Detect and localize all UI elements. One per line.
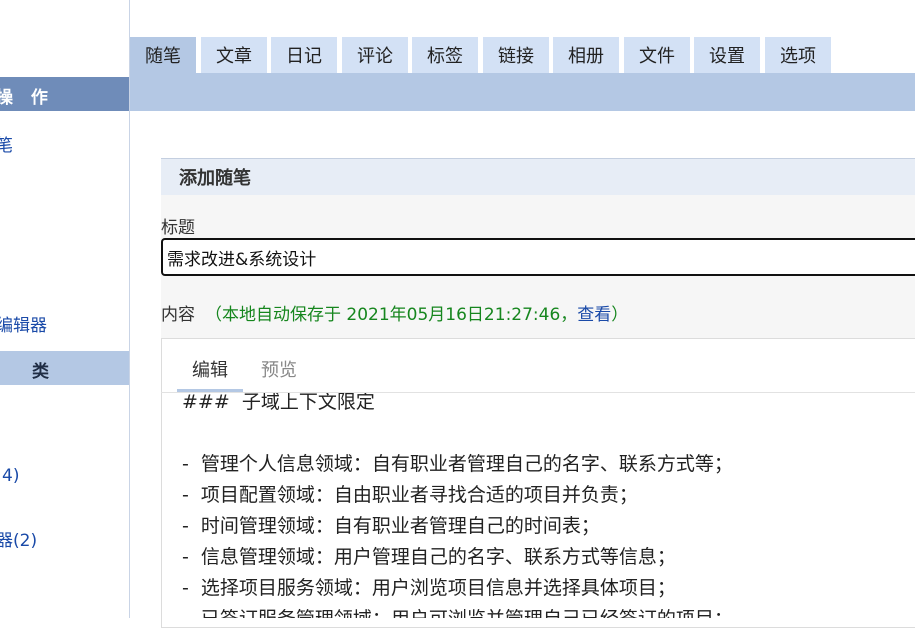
panel-title: 添加随笔	[179, 168, 251, 189]
operations-header: 操 作	[0, 77, 129, 111]
content-label: 内容	[161, 305, 195, 325]
editor-line: - 管理个人信息领域：自有职业者管理自己的名字、联系方式等；	[182, 453, 733, 475]
tab-strip	[130, 73, 915, 111]
operations-header-label: 操 作	[0, 88, 54, 108]
autosave-view-link[interactable]: 查看	[577, 305, 611, 325]
tab-tags[interactable]: 标签	[412, 37, 478, 73]
tab-options[interactable]: 选项	[765, 37, 831, 73]
panel-header: 添加随笔	[161, 158, 915, 196]
editor-line: - 时间管理领域：自有职业者管理自己的时间表；	[182, 515, 600, 537]
editor-line: - 选择项目服务领域：用户浏览项目信息并选择具体项目；	[182, 577, 676, 599]
sidebar-category-2[interactable]: 器(2)	[0, 526, 37, 551]
editor-line: - 信息管理领域：用户管理自己的名字、联系方式等信息；	[182, 546, 676, 568]
tab-albums[interactable]: 相册	[553, 37, 619, 73]
title-label: 标题	[161, 218, 195, 238]
editor-tab-preview[interactable]: 预览	[261, 356, 297, 382]
editor-tab-edit[interactable]: 编辑	[192, 356, 228, 382]
tab-posts[interactable]: 随笔	[130, 37, 196, 73]
editor-line: - 已签订服务管理领域：用户可浏览并管理自己已经签订的项目；	[182, 604, 733, 618]
title-input[interactable]	[161, 238, 915, 276]
autosave-status: （本地自动保存于 2021年05月16日21:27:46，	[205, 305, 578, 325]
tab-diary[interactable]: 日记	[271, 37, 337, 73]
category-header: 类	[0, 351, 129, 385]
category-header-label: 类	[32, 362, 49, 382]
autosave-close-paren: ）	[611, 305, 629, 325]
tab-files[interactable]: 文件	[624, 37, 690, 73]
left-sidebar: 操 作 笔 编辑器 类 4) 器(2)	[0, 0, 130, 618]
editor-line: - 项目配置领域：自由职业者寻找合适的项目并负责；	[182, 484, 638, 506]
sidebar-item-post[interactable]: 笔	[0, 131, 13, 156]
sidebar-item-editor[interactable]: 编辑器	[0, 311, 47, 336]
tab-articles[interactable]: 文章	[201, 37, 267, 73]
editor-line: ### 子域上下文限定	[182, 393, 375, 413]
markdown-text-area[interactable]: ### 子域上下文限定 - 管理个人信息领域：自有职业者管理自己的名字、联系方式…	[162, 393, 915, 618]
tab-settings[interactable]: 设置	[694, 37, 760, 73]
content-label-row: 内容 （本地自动保存于 2021年05月16日21:27:46，查看）	[161, 300, 628, 325]
tab-comments[interactable]: 评论	[342, 37, 408, 73]
sidebar-category-1[interactable]: 4)	[2, 466, 19, 486]
tab-links[interactable]: 链接	[483, 37, 549, 73]
